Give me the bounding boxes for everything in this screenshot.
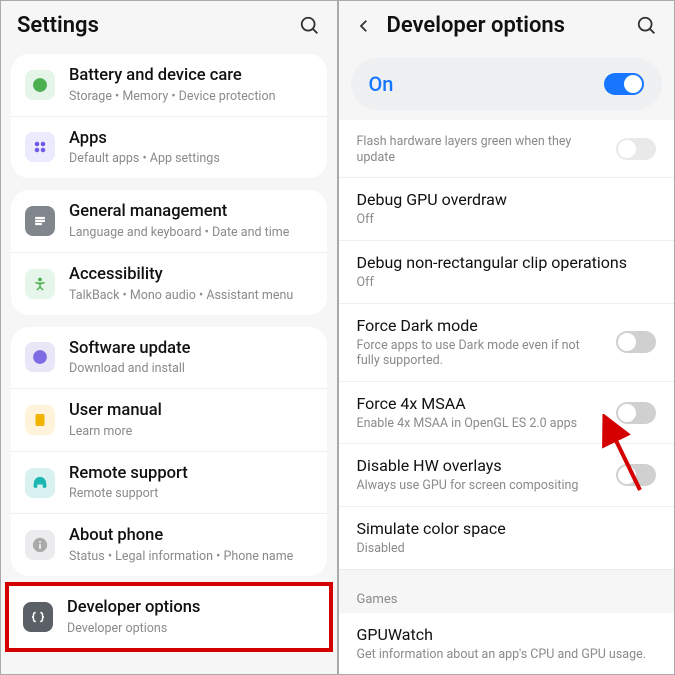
toggle-off-icon[interactable] bbox=[616, 464, 656, 486]
option-gpuwatch[interactable]: GPUWatch Get information about an app's … bbox=[339, 613, 675, 674]
opt-sub: Enable 4x MSAA in OpenGL ES 2.0 apps bbox=[357, 416, 605, 432]
opt-sub: Get information about an app's CPU and G… bbox=[357, 647, 657, 663]
toggle-off-icon[interactable] bbox=[616, 331, 656, 353]
settings-group-3: Software update Download and install Use… bbox=[11, 327, 327, 577]
row-sub: Storage • Memory • Device protection bbox=[69, 89, 313, 104]
opt-title: GPUWatch bbox=[357, 625, 657, 645]
row-title: Software update bbox=[69, 339, 313, 360]
opt-sub: Force apps to use Dark mode even if not … bbox=[357, 338, 605, 369]
battery-icon bbox=[25, 70, 55, 100]
row-sub: Remote support bbox=[69, 486, 313, 501]
accessibility-icon bbox=[25, 269, 55, 299]
row-title: General management bbox=[69, 202, 313, 223]
settings-row-battery[interactable]: Battery and device care Storage • Memory… bbox=[11, 54, 327, 116]
option-disable-hw-overlays[interactable]: Disable HW overlays Always use GPU for s… bbox=[339, 443, 675, 506]
settings-row-user-manual[interactable]: User manual Learn more bbox=[11, 388, 327, 451]
toggle-off-icon[interactable] bbox=[616, 402, 656, 424]
dev-options-header: Developer options bbox=[339, 1, 675, 48]
apps-icon bbox=[25, 132, 55, 162]
row-title: User manual bbox=[69, 401, 313, 422]
row-title: Battery and device care bbox=[69, 66, 313, 87]
opt-sub: Disabled bbox=[357, 541, 657, 557]
opt-sub: Flash hardware layers green when they up… bbox=[357, 134, 605, 165]
opt-title: Debug GPU overdraw bbox=[357, 190, 657, 210]
page-title: Settings bbox=[17, 13, 285, 38]
row-title: Developer options bbox=[67, 598, 315, 619]
manual-icon bbox=[25, 405, 55, 435]
settings-row-about-phone[interactable]: About phone Status • Legal information •… bbox=[11, 513, 327, 576]
settings-row-remote-support[interactable]: Remote support Remote support bbox=[11, 451, 327, 514]
highlight-annotation: Developer options Developer options bbox=[5, 582, 333, 652]
opt-title: Simulate color space bbox=[357, 519, 657, 539]
row-sub: Default apps • App settings bbox=[69, 151, 313, 166]
opt-sub: Always use GPU for screen compositing bbox=[357, 478, 605, 494]
row-title: Accessibility bbox=[69, 265, 313, 286]
opt-sub: Off bbox=[357, 212, 657, 228]
opt-title: Force Dark mode bbox=[357, 316, 605, 336]
option-force-dark-mode[interactable]: Force Dark mode Force apps to use Dark m… bbox=[339, 303, 675, 381]
info-icon bbox=[25, 530, 55, 560]
braces-icon bbox=[23, 602, 53, 632]
settings-group-1: Battery and device care Storage • Memory… bbox=[11, 54, 327, 178]
developer-options-panel: Developer options On Flash hardware laye… bbox=[338, 0, 675, 675]
row-sub: Language and keyboard • Date and time bbox=[69, 225, 313, 240]
dev-options-list: Flash hardware layers green when they up… bbox=[339, 120, 675, 674]
headset-icon bbox=[25, 468, 55, 498]
option-simulate-color-space[interactable]: Simulate color space Disabled bbox=[339, 506, 675, 569]
option-force-4x-msaa[interactable]: Force 4x MSAA Enable 4x MSAA in OpenGL E… bbox=[339, 381, 675, 444]
opt-sub: Off bbox=[357, 275, 657, 291]
row-title: About phone bbox=[69, 526, 313, 547]
row-sub: Developer options bbox=[67, 621, 315, 636]
settings-panel: Settings Battery and device care Storage… bbox=[0, 0, 338, 675]
row-sub: Status • Legal information • Phone name bbox=[69, 549, 313, 564]
row-sub: Download and install bbox=[69, 361, 313, 376]
opt-title: Disable HW overlays bbox=[357, 456, 605, 476]
settings-row-developer-options[interactable]: Developer options Developer options bbox=[9, 586, 329, 648]
general-icon bbox=[25, 206, 55, 236]
option-debug-gpu-overdraw[interactable]: Debug GPU overdraw Off bbox=[339, 177, 675, 240]
opt-title: Force 4x MSAA bbox=[357, 394, 605, 414]
search-icon[interactable] bbox=[636, 15, 658, 37]
settings-header: Settings bbox=[1, 1, 337, 48]
opt-title: Debug non-rectangular clip operations bbox=[357, 253, 657, 273]
row-sub: Learn more bbox=[69, 424, 313, 439]
settings-row-apps[interactable]: Apps Default apps • App settings bbox=[11, 116, 327, 179]
back-icon[interactable] bbox=[355, 17, 373, 35]
option-debug-clip-operations[interactable]: Debug non-rectangular clip operations Of… bbox=[339, 240, 675, 303]
toggle-off-icon[interactable] bbox=[616, 138, 656, 160]
row-title: Apps bbox=[69, 129, 313, 150]
search-icon[interactable] bbox=[299, 15, 321, 37]
settings-group-2: General management Language and keyboard… bbox=[11, 190, 327, 314]
option-flash-hardware-layers[interactable]: Flash hardware layers green when they up… bbox=[339, 120, 675, 177]
master-toggle-label: On bbox=[369, 72, 394, 96]
section-label-games: Games bbox=[339, 569, 675, 613]
download-icon bbox=[25, 342, 55, 372]
page-title: Developer options bbox=[387, 13, 623, 38]
row-sub: TalkBack • Mono audio • Assistant menu bbox=[69, 288, 313, 303]
master-toggle-row[interactable]: On bbox=[351, 58, 663, 110]
row-title: Remote support bbox=[69, 464, 313, 485]
toggle-on-icon[interactable] bbox=[604, 73, 644, 95]
settings-row-software-update[interactable]: Software update Download and install bbox=[11, 327, 327, 389]
settings-row-accessibility[interactable]: Accessibility TalkBack • Mono audio • As… bbox=[11, 252, 327, 315]
settings-row-general[interactable]: General management Language and keyboard… bbox=[11, 190, 327, 252]
